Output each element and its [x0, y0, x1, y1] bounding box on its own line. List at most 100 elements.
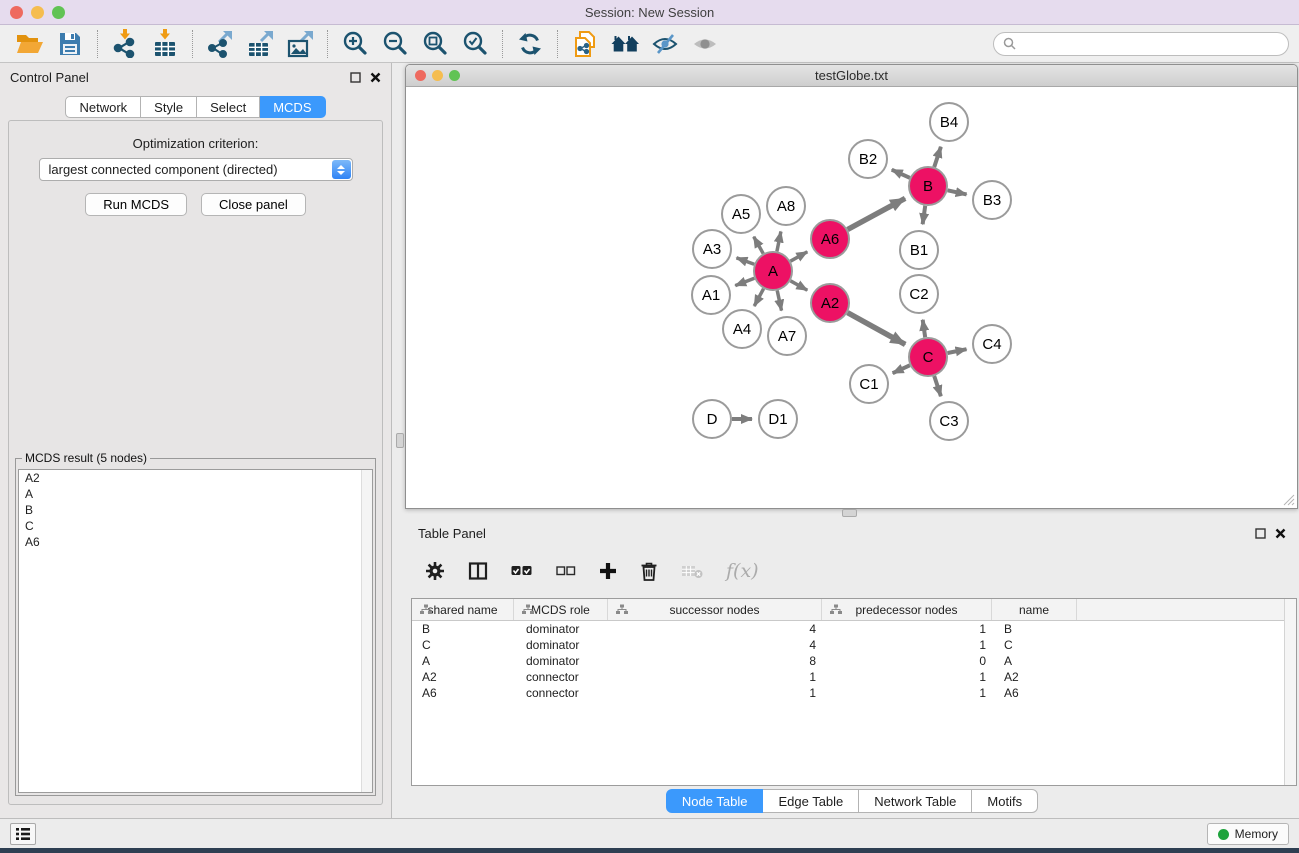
mcds-result-item[interactable]: C [19, 518, 372, 534]
mcds-result-item[interactable]: B [19, 502, 372, 518]
table-row[interactable]: A2connector11A2 [412, 669, 1296, 685]
table-cell[interactable]: dominator [514, 621, 608, 637]
graph-edge-B-B4[interactable] [934, 147, 941, 167]
zoom-fit-button[interactable] [415, 28, 455, 60]
horizontal-splitter-handle[interactable] [842, 509, 857, 517]
memory-button[interactable]: Memory [1207, 823, 1289, 845]
graph-edge-A-A6[interactable] [790, 252, 807, 261]
table-row[interactable]: Bdominator41B [412, 621, 1296, 637]
mcds-result-item[interactable]: A6 [19, 534, 372, 550]
table-cell[interactable]: C [412, 637, 514, 653]
mcds-result-list[interactable]: A2ABCA6 [18, 469, 373, 793]
import-network-button[interactable] [105, 28, 145, 60]
table-cell[interactable]: dominator [514, 637, 608, 653]
zoom-window-button[interactable] [52, 6, 65, 19]
table-cell[interactable]: 4 [608, 621, 822, 637]
float-panel-icon[interactable] [1255, 528, 1266, 539]
table-row[interactable]: A6connector11A6 [412, 685, 1296, 701]
column-header-successor-nodes[interactable]: successor nodes [608, 599, 822, 620]
table-scrollbar[interactable] [1284, 599, 1296, 785]
node-table[interactable]: shared nameMCDS rolesuccessor nodesprede… [411, 598, 1297, 786]
clone-network-button[interactable] [565, 28, 605, 60]
tab-style[interactable]: Style [141, 96, 197, 118]
zoom-in-button[interactable] [335, 28, 375, 60]
graph-edge-C-C2[interactable] [923, 320, 925, 337]
export-image-button[interactable] [280, 28, 320, 60]
table-cell[interactable]: 8 [608, 653, 822, 669]
graph-edge-A-A4[interactable] [754, 289, 763, 306]
tab-node-table[interactable]: Node Table [666, 789, 764, 813]
graph-edge-B-B3[interactable] [948, 190, 967, 194]
save-session-button[interactable] [50, 28, 90, 60]
delete-column-button[interactable] [640, 561, 658, 581]
mcds-result-item[interactable]: A2 [19, 470, 372, 486]
table-cell[interactable]: B [992, 621, 1077, 637]
table-cell[interactable]: A2 [992, 669, 1077, 685]
graph-edge-A6-B[interactable] [848, 198, 906, 229]
tab-motifs[interactable]: Motifs [972, 789, 1038, 813]
minimize-view-button[interactable] [432, 70, 443, 81]
close-panel-button[interactable]: Close panel [201, 193, 306, 216]
table-cell[interactable]: 1 [822, 669, 992, 685]
table-cell[interactable]: connector [514, 669, 608, 685]
export-table-button[interactable] [240, 28, 280, 60]
graph-edge-C-C1[interactable] [893, 365, 910, 373]
table-cell[interactable]: A [412, 653, 514, 669]
close-panel-icon[interactable] [1275, 528, 1286, 539]
table-cell[interactable]: 4 [608, 637, 822, 653]
hide-panel-button[interactable] [645, 28, 685, 60]
column-header-shared-name[interactable]: shared name [412, 599, 514, 620]
network-canvas[interactable]: AA2A6BCA1A3A4A5A7A8B1B2B3B4C1C2C3C4DD1 [407, 88, 1296, 507]
refresh-button[interactable] [510, 28, 550, 60]
table-cell[interactable]: 1 [822, 621, 992, 637]
task-history-button[interactable] [10, 823, 36, 845]
table-row[interactable]: Adominator80A [412, 653, 1296, 669]
run-mcds-button[interactable]: Run MCDS [85, 193, 187, 216]
table-cell[interactable]: 1 [608, 669, 822, 685]
graph-edge-A-A8[interactable] [777, 231, 781, 251]
column-visibility-button[interactable] [468, 561, 488, 581]
column-header-predecessor-nodes[interactable]: predecessor nodes [822, 599, 992, 620]
graph-edge-A-A7[interactable] [777, 291, 781, 311]
column-header-name[interactable]: name [992, 599, 1077, 620]
table-cell[interactable]: connector [514, 685, 608, 701]
search-input[interactable] [1022, 36, 1279, 51]
table-cell[interactable]: 0 [822, 653, 992, 669]
graph-edge-A-A1[interactable] [735, 278, 754, 285]
result-scrollbar[interactable] [361, 470, 372, 792]
network-graph[interactable]: AA2A6BCA1A3A4A5A7A8B1B2B3B4C1C2C3C4DD1 [407, 88, 1298, 509]
table-settings-button[interactable] [425, 561, 445, 581]
tab-select[interactable]: Select [197, 96, 260, 118]
add-column-button[interactable] [599, 562, 617, 580]
mcds-result-item[interactable]: A [19, 486, 372, 502]
graph-edge-C-C3[interactable] [934, 376, 941, 396]
table-cell[interactable]: dominator [514, 653, 608, 669]
delete-table-button[interactable] [681, 563, 703, 579]
graph-edge-A-A5[interactable] [754, 237, 763, 254]
home-view-button[interactable] [605, 28, 645, 60]
tab-mcds[interactable]: MCDS [260, 96, 325, 118]
table-cell[interactable]: B [412, 621, 514, 637]
zoom-view-button[interactable] [449, 70, 460, 81]
function-builder-button[interactable]: f(x) [726, 560, 759, 582]
graph-edge-B-B1[interactable] [923, 206, 926, 224]
search-box[interactable] [993, 32, 1289, 56]
float-panel-icon[interactable] [350, 72, 361, 83]
vertical-splitter-handle[interactable] [396, 433, 404, 448]
zoom-selected-button[interactable] [455, 28, 495, 60]
table-cell[interactable]: 1 [608, 685, 822, 701]
import-table-button[interactable] [145, 28, 185, 60]
graph-edge-A-A2[interactable] [790, 281, 807, 290]
zoom-out-button[interactable] [375, 28, 415, 60]
graph-edge-A-A3[interactable] [736, 258, 754, 264]
table-cell[interactable]: 1 [822, 685, 992, 701]
show-panel-button[interactable] [685, 28, 725, 60]
minimize-window-button[interactable] [31, 6, 44, 19]
table-row[interactable]: Cdominator41C [412, 637, 1296, 653]
table-cell[interactable]: A [992, 653, 1077, 669]
close-panel-icon[interactable] [370, 72, 381, 83]
tab-edge-table[interactable]: Edge Table [763, 789, 859, 813]
close-window-button[interactable] [10, 6, 23, 19]
network-window-titlebar[interactable]: testGlobe.txt [406, 65, 1297, 87]
table-cell[interactable]: A6 [412, 685, 514, 701]
